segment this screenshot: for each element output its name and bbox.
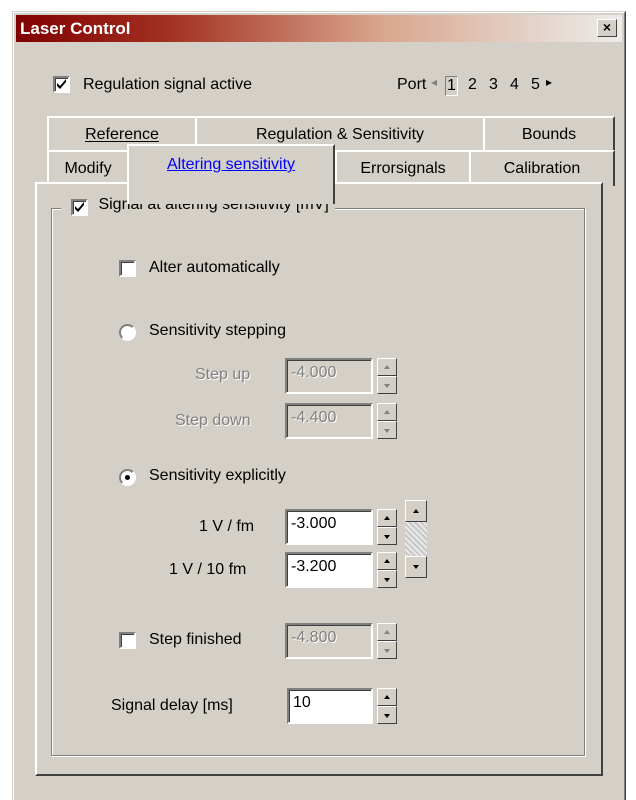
check-icon <box>75 201 84 212</box>
tab-altering-sensitivity-label: Altering sensitivity <box>166 156 296 173</box>
arrow-up-icon <box>384 559 390 563</box>
tenfm-label: 1 V / 10 fm <box>169 561 247 578</box>
tab-calibration[interactable]: Calibration <box>469 150 615 186</box>
port-3[interactable]: 3 <box>489 76 498 94</box>
sensitivity-stepping-label: Sensitivity stepping <box>149 322 286 339</box>
sensitivity-scrollbar[interactable] <box>405 500 427 578</box>
arrow-down-icon <box>384 384 390 388</box>
port-label: Port <box>397 76 427 93</box>
arrow-up-icon <box>384 516 390 520</box>
arrow-up-icon <box>384 695 390 699</box>
scroll-up-button[interactable] <box>405 500 427 522</box>
arrow-up-icon <box>384 365 390 369</box>
port-prev-arrow-icon[interactable]: ◂ <box>431 75 437 89</box>
tab-modify-label: Modify <box>64 160 112 177</box>
step-finished-decrement-button[interactable] <box>377 641 397 659</box>
arrow-up-icon <box>384 410 390 414</box>
signal-delay-input[interactable]: 10 <box>287 688 373 724</box>
port-next-arrow-icon[interactable]: ▸ <box>546 75 552 89</box>
port-5[interactable]: 5 <box>531 76 540 94</box>
step-down-label: Step down <box>175 412 251 429</box>
arrow-down-icon <box>384 578 390 582</box>
scroll-down-button[interactable] <box>405 556 427 578</box>
tab-bounds-label: Bounds <box>521 126 577 143</box>
fm-input[interactable]: -3.000 <box>285 509 373 545</box>
arrow-up-icon <box>413 509 419 513</box>
alter-automatically-checkbox[interactable] <box>119 260 136 277</box>
fm-spinner[interactable] <box>377 509 397 545</box>
regulation-signal-checkbox[interactable] <box>53 76 70 93</box>
tenfm-spinner[interactable] <box>377 552 397 588</box>
close-icon: × <box>602 19 612 35</box>
laser-control-window: Laser Control × Regulation signal active… <box>12 11 626 800</box>
sensitivity-stepping-radio[interactable] <box>119 324 136 341</box>
step-finished-increment-button[interactable] <box>377 623 397 641</box>
arrow-up-icon <box>384 630 390 634</box>
step-down-decrement-button[interactable] <box>377 421 397 439</box>
port-2[interactable]: 2 <box>468 76 477 94</box>
step-up-decrement-button[interactable] <box>377 376 397 394</box>
regulation-signal-label: Regulation signal active <box>83 76 252 93</box>
tab-reference-label: Reference <box>85 126 159 143</box>
close-button[interactable]: × <box>597 19 617 37</box>
step-up-input[interactable]: -4.000 <box>285 358 373 394</box>
arrow-down-icon <box>384 535 390 539</box>
title-bar[interactable]: Laser Control × <box>16 15 622 42</box>
arrow-down-icon <box>413 565 419 569</box>
fm-label: 1 V / fm <box>199 518 255 535</box>
fm-increment-button[interactable] <box>377 509 397 527</box>
signal-delay-decrement-button[interactable] <box>377 706 397 724</box>
step-finished-checkbox[interactable] <box>119 632 136 649</box>
step-down-increment-button[interactable] <box>377 403 397 421</box>
signal-delay-increment-button[interactable] <box>377 688 397 706</box>
arrow-down-icon <box>384 429 390 433</box>
tenfm-increment-button[interactable] <box>377 552 397 570</box>
tab-bounds[interactable]: Bounds <box>483 116 615 152</box>
tab-errorsignals-label: Errorsignals <box>360 160 446 177</box>
step-up-increment-button[interactable] <box>377 358 397 376</box>
step-up-label: Step up <box>195 366 251 383</box>
tab-altering-sensitivity[interactable]: Altering sensitivity <box>127 144 335 204</box>
tenfm-input[interactable]: -3.200 <box>285 552 373 588</box>
window-title: Laser Control <box>20 19 131 38</box>
arrow-down-icon <box>384 649 390 653</box>
alter-automatically-label: Alter automatically <box>149 259 280 276</box>
step-up-spinner[interactable] <box>377 358 397 394</box>
port-4[interactable]: 4 <box>510 76 519 94</box>
step-down-spinner[interactable] <box>377 403 397 439</box>
scroll-track[interactable] <box>405 522 427 556</box>
step-finished-label: Step finished <box>149 631 242 648</box>
fm-decrement-button[interactable] <box>377 527 397 545</box>
step-down-input[interactable]: -4.400 <box>285 403 373 439</box>
sensitivity-explicitly-label: Sensitivity explicitly <box>149 467 286 484</box>
tab-calibration-label: Calibration <box>503 160 581 177</box>
step-finished-input[interactable]: -4.800 <box>285 623 373 659</box>
sensitivity-explicitly-radio[interactable] <box>119 469 136 486</box>
check-icon <box>57 79 66 89</box>
tab-modify[interactable]: Modify <box>47 150 129 186</box>
tab-errorsignals[interactable]: Errorsignals <box>335 150 471 186</box>
signal-altering-checkbox[interactable] <box>71 198 88 216</box>
signal-delay-spinner[interactable] <box>377 688 397 724</box>
tenfm-decrement-button[interactable] <box>377 570 397 588</box>
radio-selected-dot <box>125 475 130 480</box>
step-finished-spinner[interactable] <box>377 623 397 659</box>
port-1[interactable]: 1 <box>445 76 458 96</box>
tab-regulation-sensitivity-label: Regulation & Sensitivity <box>255 126 425 143</box>
signal-delay-label: Signal delay [ms] <box>111 697 233 714</box>
arrow-down-icon <box>384 714 390 718</box>
